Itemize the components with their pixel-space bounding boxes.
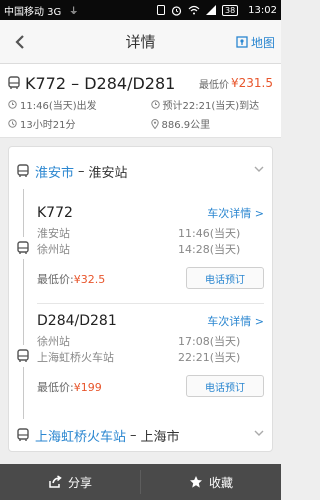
map-label: 地图: [250, 35, 275, 50]
train-detail-link[interactable]: 车次详情 >: [207, 205, 264, 221]
origin-station: 淮安站: [88, 165, 128, 181]
trip-summary: K772 – D284/D281 最低价 ¥231.5 11:46(当天)出发 …: [0, 64, 281, 138]
segment-train-number: K772: [37, 205, 73, 221]
phone-booking-button[interactable]: 电话预订: [186, 375, 264, 397]
segment-to-station: 徐州站: [37, 243, 70, 256]
signal-icon: [205, 5, 216, 15]
lowest-price-label: 最低价:: [37, 381, 74, 394]
chevron-left-icon: [15, 34, 24, 49]
distance-value: 886.9公里: [161, 120, 211, 131]
origin-dash: –: [78, 163, 85, 179]
back-button[interactable]: [0, 20, 40, 64]
status-time: 13:02: [248, 4, 277, 16]
destination-city: 上海市: [140, 429, 180, 445]
bus-icon: [17, 428, 29, 441]
carrier-label: 中国移动 3G: [4, 6, 62, 18]
favorite-button[interactable]: 收藏: [141, 464, 281, 500]
map-icon: [236, 36, 248, 48]
share-label: 分享: [67, 475, 92, 490]
train-icon: [17, 349, 29, 362]
distance-info: 886.9公里: [141, 116, 274, 131]
destination-station: 上海虹桥火车站: [35, 429, 127, 445]
origin-station-row[interactable]: 淮安市 – 淮安站: [9, 153, 272, 189]
wifi-icon: [188, 5, 200, 15]
lowest-price-label: 最低价:: [37, 273, 74, 286]
timeline-line: [23, 367, 24, 419]
segment-to-station: 上海虹桥火车站: [37, 351, 114, 364]
phone-booking-button[interactable]: 电话预订: [186, 267, 264, 289]
lowest-price-value: ¥32.5: [73, 273, 106, 286]
segment-train-number: D284/D281: [37, 313, 117, 329]
timeline-line: [23, 259, 24, 345]
chevron-down-icon: [254, 166, 264, 172]
train-icon: [17, 241, 29, 254]
segment-to-time: 22:21(当天): [178, 351, 241, 364]
lowest-price-value: ¥199: [73, 381, 102, 394]
segment-divider: [37, 303, 264, 304]
depart-time: 11:46(当天)出发: [20, 101, 97, 112]
destination-station-row[interactable]: 上海虹桥火车站 – 上海市: [9, 417, 272, 453]
status-bar: 中国移动 3G ⏚ 38 13:02: [0, 0, 281, 20]
sim-icon: [156, 5, 165, 15]
segment-lowest-price: 最低价:¥199: [37, 379, 102, 395]
share-button[interactable]: 分享: [0, 464, 140, 500]
arrive-info: 预计22:21(当天)到达: [141, 97, 274, 112]
bus-icon: [8, 76, 20, 89]
segment-lowest-price: 最低价:¥32.5: [37, 271, 105, 287]
duration-value: 13小时21分: [20, 120, 76, 131]
depart-info: 11:46(当天)出发: [8, 97, 141, 112]
lowest-price-value: ¥231.5: [231, 76, 273, 90]
itinerary-card: 淮安市 – 淮安站 K772 车次详情 > 淮安站 11:46(当天) 徐州站 …: [8, 146, 273, 452]
share-icon: [49, 475, 62, 488]
segment-from-station: 徐州站: [37, 335, 70, 348]
favorite-label: 收藏: [208, 475, 233, 490]
arrive-time: 预计22:21(当天)到达: [162, 101, 260, 112]
duration-info: 13小时21分: [8, 116, 141, 131]
battery-icon: 38: [221, 4, 239, 16]
usb-icon: ⏚: [69, 6, 79, 17]
segment-d284-d281: D284/D281 车次详情 > 徐州站 17:08(当天) 上海虹桥火车站 2…: [37, 313, 264, 405]
clock-icon: [8, 100, 17, 109]
segment-from-time: 11:46(当天): [178, 227, 241, 240]
destination-dash: –: [130, 427, 137, 443]
timer-icon: [8, 119, 17, 128]
lowest-price-label: 最低价: [199, 79, 229, 91]
status-icons: 38 13:02: [156, 4, 277, 16]
segment-k772: K772 车次详情 > 淮安站 11:46(当天) 徐州站 14:28(当天) …: [37, 205, 264, 297]
map-button[interactable]: 地图: [236, 20, 275, 64]
alarm-icon: [171, 5, 182, 16]
timeline-line: [23, 189, 24, 237]
header-bar: 详情 地图: [0, 20, 281, 64]
origin-city: 淮安市: [35, 165, 75, 181]
clock-icon: [150, 100, 160, 109]
location-pin-icon: [150, 118, 159, 129]
star-icon: [189, 476, 202, 488]
bottom-action-bar: 分享 收藏: [0, 464, 281, 500]
chevron-down-icon: [254, 430, 264, 436]
segment-from-station: 淮安站: [37, 227, 70, 240]
train-detail-link[interactable]: 车次详情 >: [207, 313, 264, 329]
segment-to-time: 14:28(当天): [178, 243, 241, 256]
route-title: K772 – D284/D281: [25, 73, 176, 93]
bus-icon: [17, 164, 29, 177]
segment-from-time: 17:08(当天): [178, 335, 241, 348]
